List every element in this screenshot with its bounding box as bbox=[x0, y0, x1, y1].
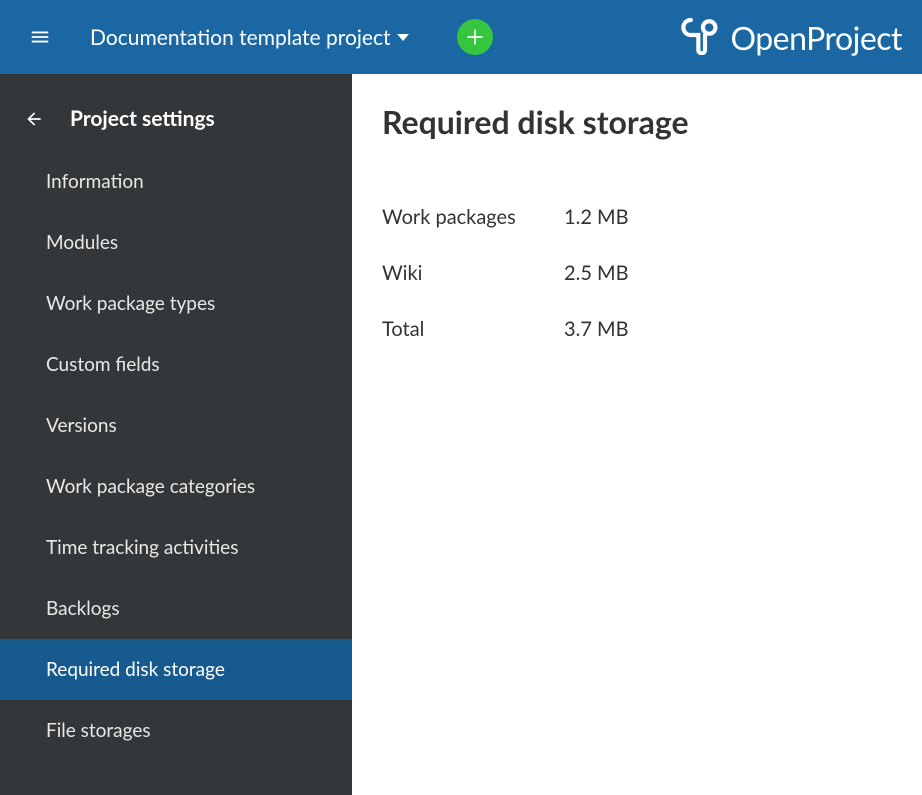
sidebar-item-modules[interactable]: Modules bbox=[0, 212, 352, 273]
storage-row-label: Total bbox=[382, 317, 564, 341]
back-button[interactable] bbox=[16, 109, 52, 129]
sidebar-item-time-tracking-activities[interactable]: Time tracking activities bbox=[0, 517, 352, 578]
hamburger-menu-button[interactable] bbox=[20, 17, 60, 57]
storage-row-value: 2.5 MB bbox=[564, 261, 892, 285]
arrow-left-icon bbox=[24, 109, 44, 129]
page-heading: Required disk storage bbox=[382, 102, 892, 141]
sidebar-item-file-storages[interactable]: File storages bbox=[0, 700, 352, 761]
sidebar-item-work-package-categories[interactable]: Work package categories bbox=[0, 456, 352, 517]
logo-area[interactable]: OpenProject bbox=[680, 15, 902, 59]
sidebar-item-label: Work package categories bbox=[46, 475, 255, 498]
top-bar: Documentation template project OpenProje… bbox=[0, 0, 922, 74]
logo-text: OpenProject bbox=[730, 18, 902, 57]
sidebar-item-information[interactable]: Information bbox=[0, 151, 352, 212]
storage-table: Work packages 1.2 MB Wiki 2.5 MB Total 3… bbox=[382, 189, 892, 357]
sidebar-header: Project settings bbox=[0, 92, 352, 151]
sidebar-item-versions[interactable]: Versions bbox=[0, 395, 352, 456]
sidebar-item-label: Custom fields bbox=[46, 353, 160, 376]
sidebar-items: Information Modules Work package types C… bbox=[0, 151, 352, 761]
project-selector[interactable]: Documentation template project bbox=[90, 25, 409, 50]
sidebar-item-work-package-types[interactable]: Work package types bbox=[0, 273, 352, 334]
hamburger-icon bbox=[29, 26, 51, 48]
storage-row-label: Wiki bbox=[382, 261, 564, 285]
main-content: Required disk storage Work packages 1.2 … bbox=[352, 74, 922, 795]
sidebar-item-label: Time tracking activities bbox=[46, 536, 238, 559]
plus-icon bbox=[465, 27, 485, 47]
storage-row: Total 3.7 MB bbox=[382, 301, 892, 357]
project-name-label: Documentation template project bbox=[90, 25, 391, 50]
sidebar-item-custom-fields[interactable]: Custom fields bbox=[0, 334, 352, 395]
sidebar-item-backlogs[interactable]: Backlogs bbox=[0, 578, 352, 639]
sidebar-item-required-disk-storage[interactable]: Required disk storage bbox=[0, 639, 352, 700]
storage-row-value: 3.7 MB bbox=[564, 317, 892, 341]
caret-down-icon bbox=[397, 34, 409, 41]
add-button[interactable] bbox=[457, 19, 493, 55]
sidebar-item-label: Work package types bbox=[46, 292, 215, 315]
sidebar-item-label: Required disk storage bbox=[46, 658, 225, 681]
sidebar-title: Project settings bbox=[70, 106, 215, 131]
sidebar-item-label: Information bbox=[46, 170, 144, 193]
openproject-logo-icon bbox=[680, 15, 720, 59]
sidebar-item-label: File storages bbox=[46, 719, 151, 742]
storage-row: Wiki 2.5 MB bbox=[382, 245, 892, 301]
sidebar-item-label: Versions bbox=[46, 414, 117, 437]
storage-row-label: Work packages bbox=[382, 205, 564, 229]
storage-row-value: 1.2 MB bbox=[564, 205, 892, 229]
sidebar: Project settings Information Modules Wor… bbox=[0, 74, 352, 795]
sidebar-item-label: Modules bbox=[46, 231, 118, 254]
storage-row: Work packages 1.2 MB bbox=[382, 189, 892, 245]
sidebar-item-label: Backlogs bbox=[46, 597, 120, 620]
